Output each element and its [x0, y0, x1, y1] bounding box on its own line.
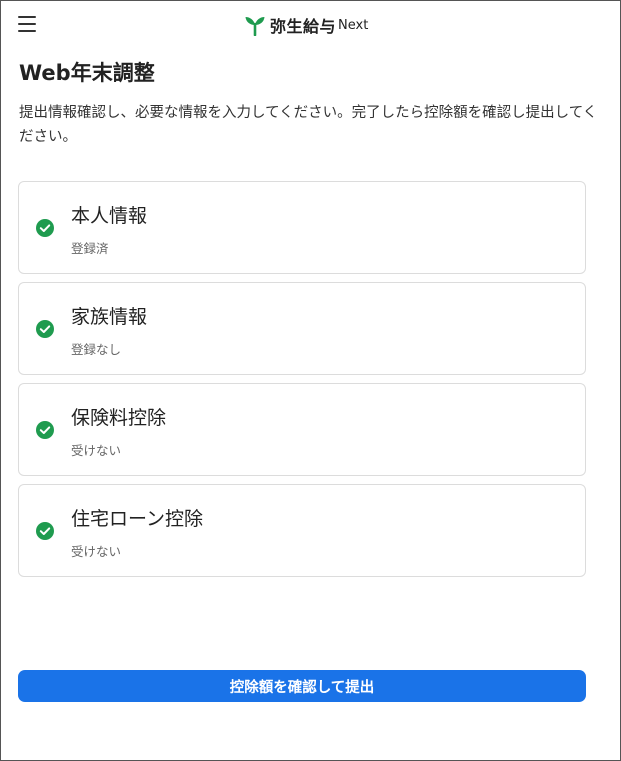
section-card-list: 本人情報 登録済 家族情報 登録なし 保険料控除 受けない 住宅ローン控除 受け…: [18, 181, 586, 585]
section-status: 受けない: [71, 443, 122, 458]
page-title: Web年末調整: [19, 61, 155, 85]
section-card-insurance-deduction[interactable]: 保険料控除 受けない: [18, 383, 586, 476]
section-card-housing-loan-deduction[interactable]: 住宅ローン控除 受けない: [18, 484, 586, 577]
section-title: 家族情報: [71, 306, 148, 328]
submit-button[interactable]: 控除額を確認して提出: [18, 670, 586, 702]
section-status: 登録済: [71, 241, 109, 256]
page-description: 提出情報確認し、必要な情報を入力してください。完了したら控除額を確認し提出してく…: [19, 105, 598, 145]
app-frame: 弥生給与 Next Web年末調整 提出情報確認し、必要な情報を入力してください…: [0, 0, 621, 761]
top-bar: 弥生給与 Next: [1, 1, 620, 47]
logo-suffix: Next: [338, 17, 369, 33]
hamburger-menu-icon[interactable]: [16, 13, 38, 35]
section-status: 登録なし: [71, 342, 122, 357]
check-circle-icon: [36, 522, 54, 540]
section-title: 本人情報: [71, 205, 148, 227]
section-title: 住宅ローン控除: [71, 508, 204, 530]
section-card-family-info[interactable]: 家族情報 登録なし: [18, 282, 586, 375]
section-card-personal-info[interactable]: 本人情報 登録済: [18, 181, 586, 274]
section-status: 受けない: [71, 544, 122, 559]
check-circle-icon: [36, 421, 54, 439]
section-title: 保険料控除: [71, 407, 167, 429]
sprout-icon: [245, 17, 265, 36]
check-circle-icon: [36, 219, 54, 237]
app-logo: 弥生給与 Next: [244, 13, 368, 37]
check-circle-icon: [36, 320, 54, 338]
logo-text: 弥生給与: [270, 17, 337, 36]
